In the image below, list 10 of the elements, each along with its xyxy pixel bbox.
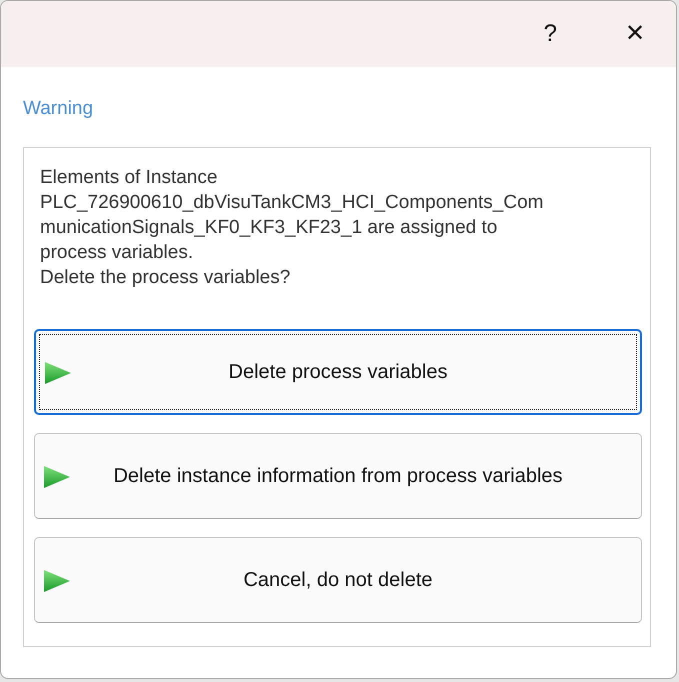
play-arrow-icon (43, 360, 73, 386)
message-text: Elements of Instance PLC_726900610_dbVisuTankCM3_HCI_Components_Com municationSignals_KF0_KF3_KF23_1 are assigned to process variables. Delete the process variables? (40, 166, 544, 290)
option-button[interactable]: Delete process variables (34, 329, 642, 415)
play-arrow-icon (42, 464, 72, 490)
option-button[interactable]: Cancel, do not delete (34, 537, 642, 623)
dialog-heading: Warning (23, 98, 94, 120)
option-button[interactable]: Delete instance information from process variables (34, 433, 642, 519)
close-button[interactable]: ✕ (619, 22, 651, 46)
play-arrow-icon (42, 568, 72, 594)
help-button[interactable]: ? (538, 22, 563, 46)
